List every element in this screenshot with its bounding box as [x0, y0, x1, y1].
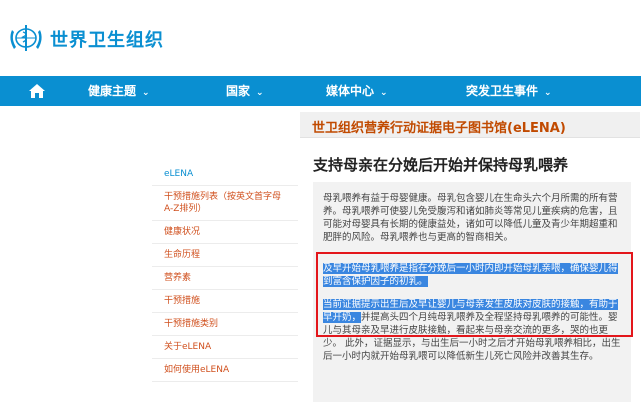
sidebar-item-health-conditions[interactable]: 健康状况	[152, 221, 298, 244]
chevron-down-icon: ⌄	[142, 88, 150, 98]
nav-label: 突发卫生事件	[466, 84, 539, 98]
nav-label: 媒体中心	[326, 84, 375, 98]
main-nav: 健康主题 ⌄ 国家 ⌄ 媒体中心 ⌄ 突发卫生事件 ⌄	[0, 76, 641, 106]
page-title: 支持母亲在分娩后开始并保持母乳喂养	[313, 156, 569, 174]
sidebar-item-interventions[interactable]: 干预措施	[152, 290, 298, 313]
sidebar-item-life-course[interactable]: 生命历程	[152, 244, 298, 267]
intro-paragraph: 母乳喂养有益于母婴健康。母乳包含婴儿在生命头六个月所需的所有营养。母乳喂养可使婴…	[323, 193, 618, 243]
nav-health-topics[interactable]: 健康主题 ⌄	[88, 76, 150, 106]
home-icon[interactable]	[28, 83, 46, 99]
nav-label: 健康主题	[88, 84, 137, 98]
chevron-down-icon: ⌄	[256, 88, 264, 98]
sidebar-item-intervention-categories[interactable]: 干预措施类别	[152, 313, 298, 336]
org-name[interactable]: 世界卫生组织	[50, 26, 164, 52]
evidence-paragraph: 当前证据提示出生后及早让婴儿与母亲发生皮肤对皮肤的接触，有助于早开奶，并提高头四…	[323, 298, 621, 363]
sidebar-item-how-to-use[interactable]: 如何使用eLENA	[152, 359, 298, 382]
nav-media-centre[interactable]: 媒体中心 ⌄	[326, 76, 388, 106]
early-initiation-paragraph: 及早开始母乳喂养是指在分娩后一小时内即开始母乳亲喂，确保婴儿得到富含保护因子的初…	[323, 262, 621, 288]
chevron-down-icon: ⌄	[544, 88, 552, 98]
who-logo-icon[interactable]	[6, 22, 46, 56]
highlighted-text: 及早开始母乳喂养是指在分娩后一小时内即开始母乳亲喂，确保婴儿得到富含保护因子的初…	[323, 263, 618, 287]
chevron-down-icon: ⌄	[380, 88, 388, 98]
sidebar-item-about[interactable]: 关于eLENA	[152, 336, 298, 359]
nav-countries[interactable]: 国家 ⌄	[226, 76, 264, 106]
site-header: 世界卫生组织	[0, 0, 641, 76]
library-banner: 世卫组织营养行动证据电子图书馆(eLENA)	[300, 112, 640, 138]
library-title[interactable]: 世卫组织营养行动证据电子图书馆(eLENA)	[312, 117, 566, 136]
sidebar-item-elena[interactable]: eLENA	[152, 163, 298, 186]
sidebar: eLENA 干预措施列表（按英文首字母A-Z排列） 健康状况 生命历程 营养素 …	[152, 163, 298, 382]
nav-label: 国家	[226, 84, 251, 98]
sidebar-item-nutrients[interactable]: 营养素	[152, 267, 298, 290]
paragraph-text: 并提高头四个月纯母乳喂养及全程坚持母乳喂养的可能性。婴儿与其母亲及早进行皮肤接触…	[323, 312, 621, 362]
content-box: 母乳喂养有益于母婴健康。母乳包含婴儿在生命头六个月所需的所有营养。母乳喂养可使婴…	[313, 182, 631, 402]
nav-emergencies[interactable]: 突发卫生事件 ⌄	[466, 76, 552, 106]
sidebar-item-interventions-az[interactable]: 干预措施列表（按英文首字母A-Z排列）	[152, 186, 298, 221]
